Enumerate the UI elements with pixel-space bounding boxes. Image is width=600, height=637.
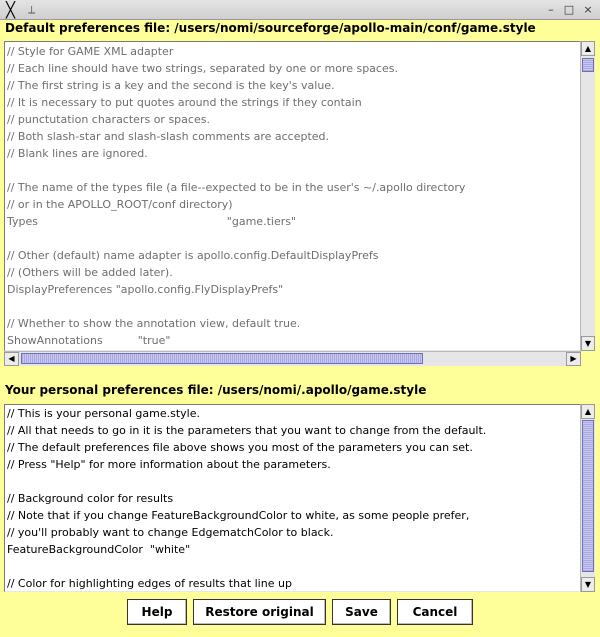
default-text-line: // (Others will be added later). <box>7 266 173 279</box>
scroll-thumb[interactable] <box>582 420 594 572</box>
personal-text-line: // All that needs to go in it is the par… <box>7 424 487 437</box>
default-preferences-text: // Style for GAME XML adapter // Each lin… <box>7 43 580 350</box>
scroll-down-arrow-icon[interactable]: ▼ <box>581 577 595 592</box>
default-text-line: // Other (default) name adapter is apoll… <box>7 249 379 262</box>
scroll-thumb[interactable] <box>582 58 594 72</box>
scroll-up-arrow-icon[interactable]: ▲ <box>581 404 595 419</box>
default-text-line: // Whether to show the annotation view, … <box>7 317 301 330</box>
default-text-line: // punctutation characters or spaces. <box>7 113 210 126</box>
maximize-icon[interactable]: □ <box>562 3 576 17</box>
personal-text-line: // The default preferences file above sh… <box>7 441 473 454</box>
save-button[interactable]: Save <box>332 599 391 625</box>
default-text-line: // Blank lines are ignored. <box>7 147 148 160</box>
personal-preferences-header: Your personal preferences file: /users/n… <box>5 383 427 397</box>
scroll-left-arrow-icon[interactable]: ◀ <box>4 352 19 366</box>
default-text-line <box>7 162 580 179</box>
default-text-line: // Each line should have two strings, se… <box>7 62 398 75</box>
default-vertical-scrollbar[interactable]: ▲ ▼ <box>580 41 595 351</box>
personal-text-line: FeatureBackgroundColor "white" <box>7 543 191 556</box>
close-icon[interactable]: × <box>581 3 595 17</box>
default-horizontal-scrollbar[interactable]: ◀ ▶ <box>4 351 581 366</box>
personal-vertical-scrollbar[interactable]: ▲ ▼ <box>580 404 595 592</box>
default-text-line <box>7 230 580 247</box>
default-text-line: // Style for GAME XML adapter <box>7 45 174 58</box>
cancel-button[interactable]: Cancel <box>397 599 473 625</box>
personal-text-line: // Press "Help" for more information abo… <box>7 458 331 471</box>
default-text-line: ShowAnnotations "true" <box>7 334 171 347</box>
default-text-line: // The name of the types file (a file--e… <box>7 181 466 194</box>
personal-preferences-text: // This is your personal game.style. // A… <box>7 405 580 591</box>
default-preferences-header: Default preferences file: /users/nomi/so… <box>5 21 536 35</box>
horizontal-scroll-thumb[interactable] <box>21 353 423 364</box>
default-text-line: Types "game.tiers" <box>7 215 297 228</box>
personal-text-line <box>7 558 580 575</box>
default-text-line: DisplayPreferences "apollo.config.FlyDis… <box>7 283 284 296</box>
personal-text-line <box>7 473 580 490</box>
default-preferences-textarea[interactable]: // Style for GAME XML adapter // Each lin… <box>4 41 581 351</box>
window-menu-icon[interactable]: ╳ <box>6 1 15 19</box>
personal-text-line: // you'll probably want to change Edgema… <box>7 526 334 539</box>
scroll-right-arrow-icon[interactable]: ▶ <box>566 352 581 366</box>
default-text-line: // or in the APOLLO_ROOT/conf directory) <box>7 198 233 211</box>
default-text-line: // It is necessary to put quotes around … <box>7 96 362 109</box>
scroll-up-arrow-icon[interactable]: ▲ <box>581 41 595 56</box>
minimize-icon[interactable]: – <box>544 3 558 17</box>
personal-preferences-textarea[interactable]: // This is your personal game.style. // A… <box>4 404 581 592</box>
personal-text-line: // Color for highlighting edges of resul… <box>7 577 292 590</box>
default-text-line: // The first string is a key and the sec… <box>7 79 335 92</box>
pin-icon[interactable]: ⟂ <box>28 2 35 18</box>
default-text-line <box>7 298 580 315</box>
personal-text-line: // Note that if you change FeatureBackgr… <box>7 509 470 522</box>
personal-text-line: // This is your personal game.style. <box>7 407 200 420</box>
help-button[interactable]: Help <box>127 599 187 625</box>
scroll-down-arrow-icon[interactable]: ▼ <box>581 336 595 351</box>
personal-text-line: // Background color for results <box>7 492 174 505</box>
default-text-line: // Both slash-star and slash-slash comme… <box>7 130 330 143</box>
window-titlebar: ╳ ⟂ – □ × <box>0 0 600 20</box>
restore-original-button[interactable]: Restore original <box>193 599 326 625</box>
